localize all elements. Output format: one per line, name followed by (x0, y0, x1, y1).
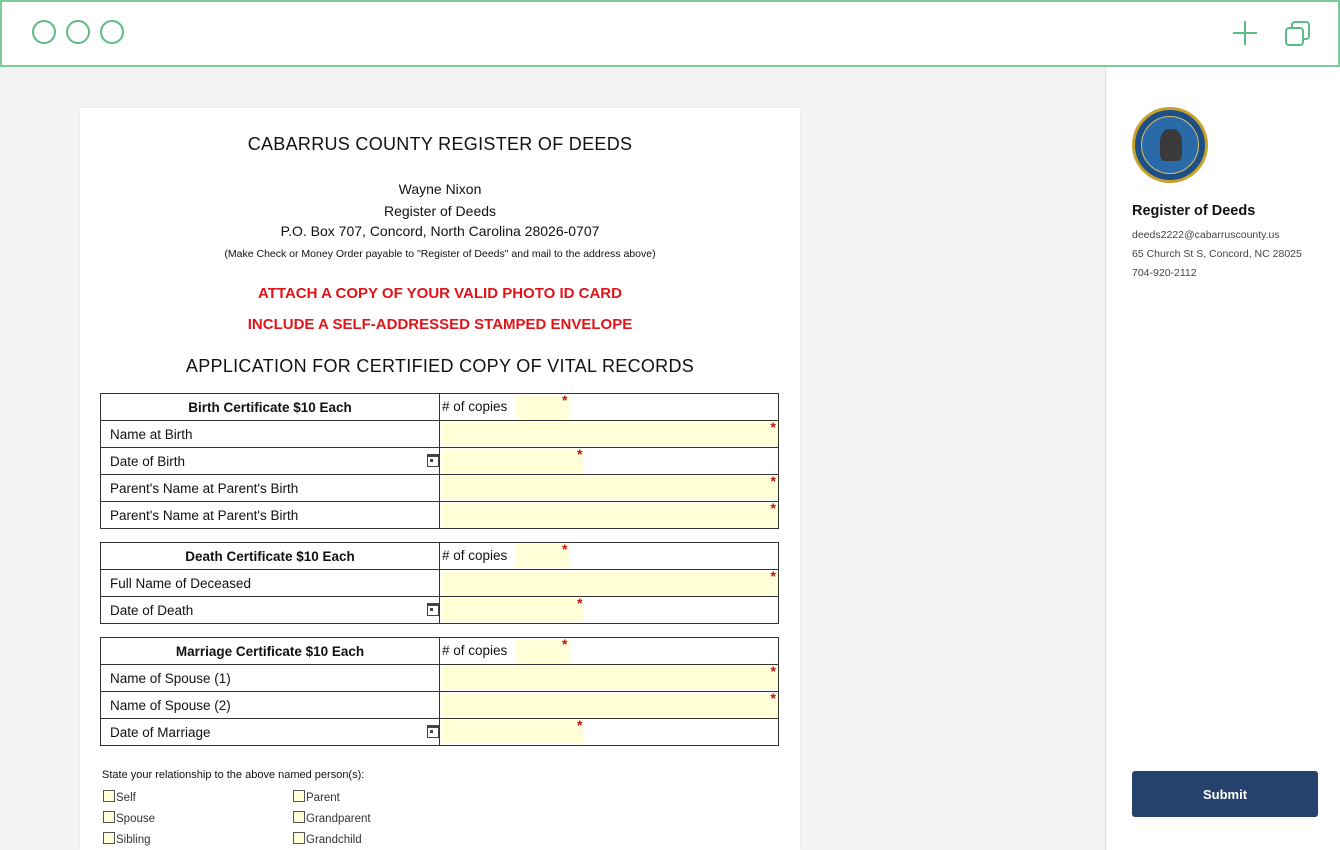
row-label: Name of Spouse (1) (100, 664, 440, 692)
required-mark: * (770, 419, 776, 435)
required-mark: * (562, 392, 568, 408)
county-seal-logo (1132, 107, 1208, 183)
required-mark: * (577, 446, 583, 462)
spouse-1-input[interactable] (441, 666, 777, 690)
row-label: Date of Death (100, 596, 440, 624)
mailing-address: P.O. Box 707, Concord, North Carolina 28… (280, 223, 600, 239)
org-phone: 704-920-2112 (1132, 267, 1197, 279)
deceased-name-input[interactable] (441, 571, 777, 595)
checkbox-spouse[interactable]: Spouse (103, 811, 155, 825)
checkbox-sibling[interactable]: Sibling (103, 832, 151, 846)
required-mark: * (770, 568, 776, 584)
checkbox-icon[interactable] (103, 832, 115, 844)
info-panel: Register of Deeds deeds2222@cabarruscoun… (1105, 67, 1340, 850)
org-email: deeds2222@cabarruscounty.us (1132, 229, 1280, 241)
form-document: CABARRUS COUNTY REGISTER OF DEEDS Wayne … (80, 108, 800, 850)
parent-name-input-2[interactable] (441, 503, 777, 527)
required-mark: * (562, 541, 568, 557)
required-mark: * (770, 663, 776, 679)
window-circle-icon[interactable] (32, 20, 56, 44)
submit-button[interactable]: Submit (1132, 771, 1318, 817)
calendar-icon[interactable] (427, 725, 439, 738)
required-mark: * (577, 717, 583, 733)
checkbox-icon[interactable] (293, 790, 305, 802)
checkbox-icon[interactable] (103, 811, 115, 823)
row-label: Full Name of Deceased (100, 569, 440, 597)
checkbox-icon[interactable] (293, 832, 305, 844)
checkbox-grandparent[interactable]: Grandparent (293, 811, 371, 825)
checkbox-parent[interactable]: Parent (293, 790, 340, 804)
required-mark: * (770, 473, 776, 489)
copies-label: # of copies (442, 643, 508, 658)
date-of-marriage-input[interactable] (441, 720, 584, 744)
required-mark: * (770, 500, 776, 516)
calendar-icon[interactable] (427, 603, 439, 616)
photo-id-notice: ATTACH A COPY OF YOUR VALID PHOTO ID CAR… (258, 285, 622, 302)
row-label: Parent's Name at Parent's Birth (100, 474, 440, 502)
required-mark: * (770, 690, 776, 706)
checkbox-self[interactable]: Self (103, 790, 136, 804)
row-label: Name at Birth (100, 420, 440, 448)
row-label: Date of Birth (100, 447, 440, 475)
name-at-birth-input[interactable] (441, 422, 777, 446)
window-circle-icon[interactable] (100, 20, 124, 44)
checkbox-grandchild[interactable]: Grandchild (293, 832, 362, 846)
marriage-certificate-table: Marriage Certificate $10 Each # of copie… (100, 636, 779, 746)
date-of-death-input[interactable] (441, 598, 584, 622)
org-address: 65 Church St S, Concord, NC 28025 (1132, 248, 1302, 260)
copies-label: # of copies (442, 399, 508, 414)
copies-label: # of copies (442, 548, 508, 563)
official-name: Wayne Nixon (398, 181, 482, 197)
date-of-birth-input[interactable] (441, 449, 584, 473)
doc-title: CABARRUS COUNTY REGISTER OF DEEDS (247, 134, 633, 154)
payable-note: (Make Check or Money Order payable to "R… (224, 248, 656, 260)
parent-name-input-1[interactable] (441, 476, 777, 500)
copy-icon[interactable] (1284, 20, 1312, 48)
required-mark: * (577, 595, 583, 611)
org-name: Register of Deeds (1132, 203, 1256, 219)
birth-certificate-table: Birth Certificate $10 Each # of copies *… (100, 392, 779, 529)
official-office: Register of Deeds (383, 203, 497, 219)
checkbox-icon[interactable] (103, 790, 115, 802)
application-title: APPLICATION FOR CERTIFIED COPY OF VITAL … (185, 356, 695, 376)
birth-header: Birth Certificate $10 Each (100, 393, 440, 421)
relationship-label: State your relationship to the above nam… (102, 769, 365, 781)
spouse-2-input[interactable] (441, 693, 777, 717)
row-label: Date of Marriage (100, 718, 440, 746)
window-titlebar (0, 0, 1340, 67)
envelope-notice: INCLUDE A SELF-ADDRESSED STAMPED ENVELOP… (247, 316, 633, 333)
window-circle-icon[interactable] (66, 20, 90, 44)
plus-icon[interactable] (1232, 20, 1258, 46)
required-mark: * (562, 636, 568, 652)
death-header: Death Certificate $10 Each (100, 542, 440, 570)
checkbox-icon[interactable] (293, 811, 305, 823)
calendar-icon[interactable] (427, 454, 439, 467)
death-certificate-table: Death Certificate $10 Each # of copies *… (100, 541, 779, 624)
marriage-header: Marriage Certificate $10 Each (100, 637, 440, 665)
row-label: Parent's Name at Parent's Birth (100, 501, 440, 529)
row-label: Name of Spouse (2) (100, 691, 440, 719)
